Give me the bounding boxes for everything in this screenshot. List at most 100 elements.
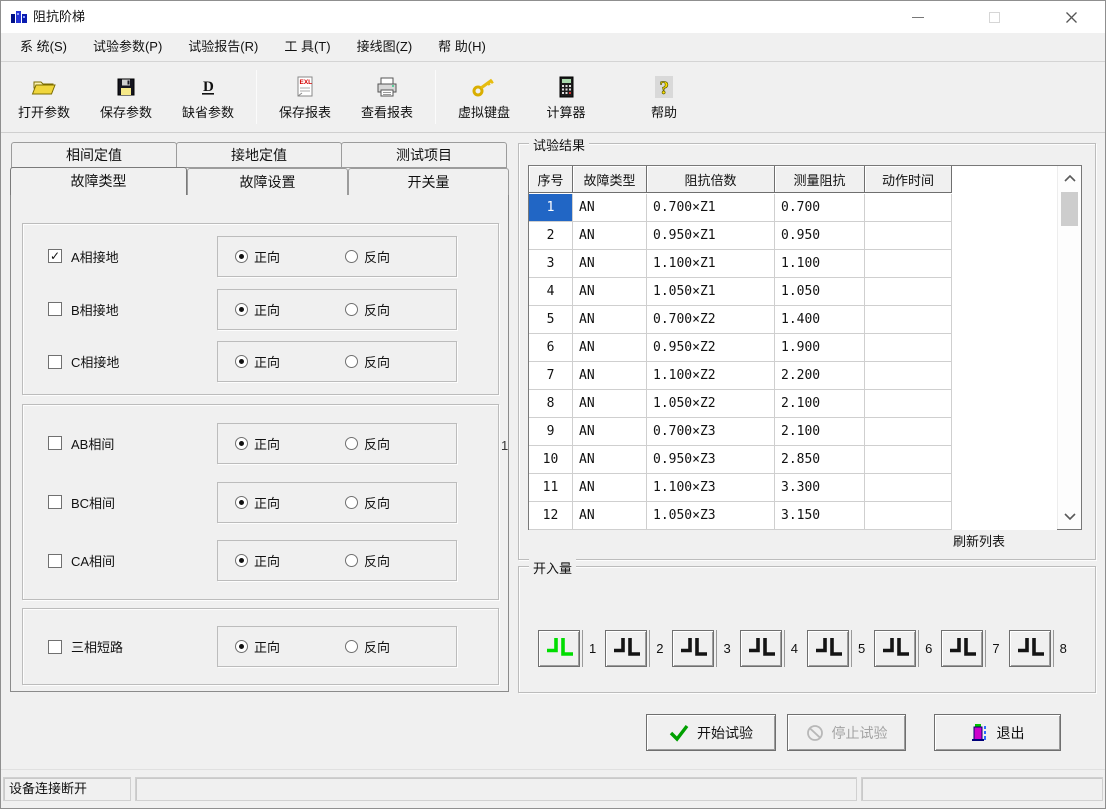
tab-test-items[interactable]: 测试项目	[341, 142, 507, 168]
exit-button[interactable]: 退出	[934, 714, 1061, 751]
checkbox-c-ground[interactable]	[48, 355, 62, 369]
toolbar-button-help[interactable]: ?帮助	[623, 67, 705, 127]
minimize-button[interactable]	[895, 1, 941, 33]
table-row[interactable]: 9AN0.700×Z32.100	[529, 418, 1081, 446]
tab-ground-setting[interactable]: 接地定值	[176, 142, 342, 168]
scroll-up-icon[interactable]	[1064, 174, 1076, 182]
maximize-button[interactable]	[971, 1, 1017, 33]
column-header-0[interactable]: 序号	[529, 166, 573, 193]
tab-fault-config[interactable]: 故障设置	[187, 168, 348, 195]
menu-item-system[interactable]: 系 统(S)	[7, 33, 80, 61]
start-test-button[interactable]: 开始试验	[646, 714, 776, 751]
cell	[865, 474, 952, 502]
channel-number: 3	[723, 641, 730, 656]
menu-item-report[interactable]: 试验报告(R)	[175, 33, 271, 61]
radio-label: 反向	[364, 493, 390, 512]
radio-three-phase-reverse[interactable]: 反向	[345, 637, 455, 656]
input-channel-button-1[interactable]	[538, 630, 580, 667]
digital-input-group-label: 开入量	[529, 558, 576, 577]
checkbox-three-phase[interactable]	[48, 640, 62, 654]
table-row[interactable]: 1AN0.700×Z10.700	[529, 194, 1081, 222]
toolbar-button-view-report[interactable]: 查看报表	[346, 67, 428, 127]
radio-ca-phase-forward[interactable]: 正向	[235, 551, 345, 570]
refresh-list-link[interactable]: 刷新列表	[953, 531, 1005, 550]
input-channel-button-8[interactable]	[1009, 630, 1051, 667]
table-row[interactable]: 4AN1.050×Z11.050	[529, 278, 1081, 306]
table-row[interactable]: 6AN0.950×Z21.900	[529, 334, 1081, 362]
radio-ca-phase-reverse[interactable]: 反向	[345, 551, 455, 570]
radio-bc-phase-reverse[interactable]: 反向	[345, 493, 455, 512]
radio-icon	[345, 640, 358, 653]
checkbox-b-ground[interactable]	[48, 302, 62, 316]
input-channel-button-6[interactable]	[874, 630, 916, 667]
toolbar-button-default-params[interactable]: D缺省参数	[167, 67, 249, 127]
vertical-scrollbar[interactable]	[1057, 166, 1081, 529]
cell	[865, 446, 952, 474]
column-header-3[interactable]: 测量阻抗	[775, 166, 865, 193]
scroll-down-icon[interactable]	[1064, 513, 1076, 521]
table-row[interactable]: 8AN1.050×Z22.100	[529, 390, 1081, 418]
menu-item-params[interactable]: 试验参数(P)	[80, 33, 175, 61]
tab-phase-setting[interactable]: 相间定值	[11, 142, 177, 168]
close-button[interactable]	[1048, 1, 1094, 33]
checkbox-bc-phase[interactable]	[48, 495, 62, 509]
column-header-4[interactable]: 动作时间	[865, 166, 952, 193]
toolbar-button-calculator[interactable]: 计算器	[525, 67, 607, 127]
table-row[interactable]: 10AN0.950×Z32.850	[529, 446, 1081, 474]
toolbar-button-virtual-keyboard[interactable]: 虚拟键盘	[443, 67, 525, 127]
toolbar-button-label: 保存报表	[279, 102, 331, 121]
radio-bc-phase-forward[interactable]: 正向	[235, 493, 345, 512]
column-header-1[interactable]: 故障类型	[573, 166, 647, 193]
menu-item-tools[interactable]: 工 具(T)	[271, 33, 343, 61]
channel-number: 4	[791, 641, 798, 656]
input-channel-button-7[interactable]	[941, 630, 983, 667]
radio-three-phase-forward[interactable]: 正向	[235, 637, 345, 656]
table-row[interactable]: 2AN0.950×Z10.950	[529, 222, 1081, 250]
table-row[interactable]: 5AN0.700×Z21.400	[529, 306, 1081, 334]
radio-label: 反向	[364, 551, 390, 570]
cell: AN	[573, 278, 647, 306]
column-header-2[interactable]: 阻抗倍数	[647, 166, 775, 193]
tab-fault-type[interactable]: 故障类型	[10, 167, 187, 195]
switch-contact-icon	[746, 635, 776, 662]
table-row[interactable]: 11AN1.100×Z33.300	[529, 474, 1081, 502]
radio-b-ground-reverse[interactable]: 反向	[345, 300, 455, 319]
radio-c-ground-forward[interactable]: 正向	[235, 352, 345, 371]
results-table: 序号故障类型阻抗倍数测量阻抗动作时间1AN0.700×Z10.7002AN0.9…	[528, 165, 1082, 530]
toolbar-button-label: 计算器	[546, 102, 585, 121]
toolbar-button-open-params[interactable]: 打开参数	[3, 67, 85, 127]
table-row[interactable]: 12AN1.050×Z33.150	[529, 502, 1081, 530]
menu-item-help[interactable]: 帮 助(H)	[425, 33, 499, 61]
radio-icon	[345, 554, 358, 567]
table-row[interactable]: 7AN1.100×Z22.200	[529, 362, 1081, 390]
radio-ab-phase-forward[interactable]: 正向	[235, 434, 345, 453]
radio-b-ground-forward[interactable]: 正向	[235, 300, 345, 319]
radio-icon	[345, 437, 358, 450]
radio-a-ground-reverse[interactable]: 反向	[345, 247, 455, 266]
menu-item-wiring[interactable]: 接线图(Z)	[344, 33, 426, 61]
input-channel-button-2[interactable]	[605, 630, 647, 667]
toolbar-button-save-report[interactable]: EXL保存报表	[264, 67, 346, 127]
input-channel-button-3[interactable]	[672, 630, 714, 667]
channel-divider	[582, 630, 583, 667]
stop-test-button[interactable]: 停止试验	[787, 714, 906, 751]
toolbar-button-save-params[interactable]: 保存参数	[85, 67, 167, 127]
checkbox-ab-phase[interactable]	[48, 436, 62, 450]
input-channel-button-5[interactable]	[807, 630, 849, 667]
close-icon	[1065, 11, 1078, 24]
table-row[interactable]: 3AN1.100×Z11.100	[529, 250, 1081, 278]
tab-switch-qty[interactable]: 开关量	[348, 168, 509, 195]
checkbox-ca-phase[interactable]	[48, 554, 62, 568]
radio-a-ground-forward[interactable]: 正向	[235, 247, 345, 266]
app-window: 阻抗阶梯 系 统(S)试验参数(P)试验报告(R)工 具(T)接线图(Z)帮 助…	[0, 0, 1106, 809]
scrollbar-thumb[interactable]	[1061, 192, 1078, 226]
radio-ab-phase-reverse[interactable]: 反向	[345, 434, 455, 453]
checkbox-label-b-ground: B相接地	[71, 300, 217, 319]
status-extra-panel	[861, 777, 1103, 801]
switch-contact-icon	[611, 635, 641, 662]
checkbox-a-ground[interactable]	[48, 249, 62, 263]
radio-label: 反向	[364, 247, 390, 266]
input-channel-button-4[interactable]	[740, 630, 782, 667]
radio-c-ground-reverse[interactable]: 反向	[345, 352, 455, 371]
switch-contact-icon	[544, 635, 574, 662]
